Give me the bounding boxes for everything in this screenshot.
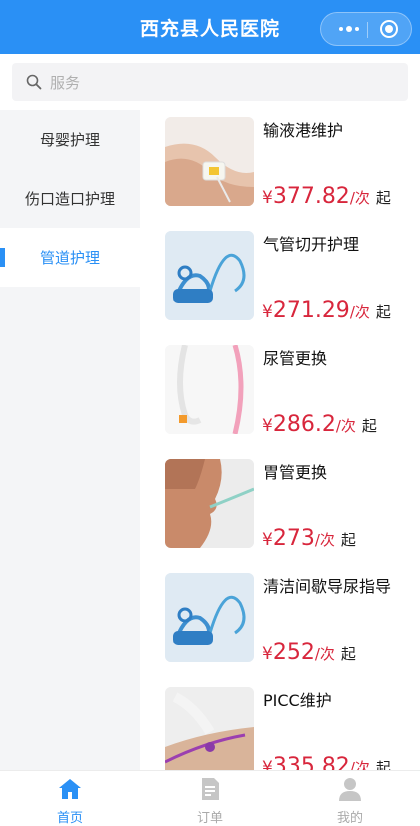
service-price: ¥377.82/次起 [262, 184, 391, 209]
tab-home[interactable]: 首页 [0, 771, 140, 826]
category-sidebar: 母婴护理 伤口造口护理 管道护理 [0, 110, 140, 770]
service-price: ¥273/次起 [262, 526, 356, 551]
list-item[interactable]: 清洁间歇导尿指导 ¥252/次起 [140, 566, 420, 680]
tab-orders[interactable]: 订单 [140, 771, 280, 826]
tab-label: 我的 [336, 811, 363, 826]
service-name: 输液港维护 [263, 121, 344, 140]
service-price: ¥252/次起 [262, 640, 356, 665]
close-icon[interactable] [380, 20, 398, 38]
service-list: 输液港维护 ¥377.82/次起 气管切开护理 ¥271.29/次起 尿管更换 … [140, 110, 420, 770]
search-placeholder: 服务 [50, 74, 81, 92]
tab-profile[interactable]: 我的 [280, 771, 420, 826]
service-price: ¥335.82/次起 [262, 754, 391, 770]
service-price: ¥271.29/次起 [262, 298, 391, 323]
search-icon [26, 74, 42, 90]
service-name: 胃管更换 [263, 463, 328, 482]
bottom-tab-bar: 首页 订单 我的 [0, 770, 420, 826]
sidebar-item-wound-ostomy-care[interactable]: 伤口造口护理 [0, 169, 140, 228]
header: 西充县人民医院 [0, 0, 420, 54]
service-image [165, 345, 254, 434]
service-name: 尿管更换 [263, 349, 328, 368]
user-icon [339, 778, 361, 801]
order-icon [202, 778, 219, 800]
sidebar-item-label: 母婴护理 [39, 131, 100, 149]
list-item[interactable]: 输液港维护 ¥377.82/次起 [140, 110, 420, 224]
tab-label: 订单 [196, 811, 223, 826]
sidebar-item-tube-care[interactable]: 管道护理 [0, 228, 140, 287]
list-item[interactable]: 尿管更换 ¥286.2/次起 [140, 338, 420, 452]
search-input[interactable]: 服务 [12, 63, 408, 101]
mini-program-capsule [320, 12, 412, 46]
list-item[interactable]: 气管切开护理 ¥271.29/次起 [140, 224, 420, 338]
service-name: 气管切开护理 [263, 235, 360, 254]
service-image [165, 573, 254, 662]
search-bar: 服务 [0, 54, 420, 110]
service-image [165, 117, 254, 206]
service-image [165, 231, 254, 320]
tab-label: 首页 [56, 811, 83, 826]
more-icon[interactable] [331, 13, 367, 45]
service-name: PICC维护 [263, 691, 332, 710]
list-item[interactable]: PICC维护 ¥335.82/次起 [140, 680, 420, 770]
service-name: 清洁间歇导尿指导 [263, 577, 392, 596]
sidebar-item-maternal-care[interactable]: 母婴护理 [0, 110, 140, 169]
service-price: ¥286.2/次起 [262, 412, 377, 437]
capsule-divider [367, 22, 368, 38]
service-image [165, 459, 254, 548]
home-icon [59, 779, 81, 799]
list-item[interactable]: 胃管更换 ¥273/次起 [140, 452, 420, 566]
sidebar-item-label: 管道护理 [39, 249, 100, 267]
service-image [165, 687, 254, 770]
sidebar-item-label: 伤口造口护理 [24, 190, 115, 208]
